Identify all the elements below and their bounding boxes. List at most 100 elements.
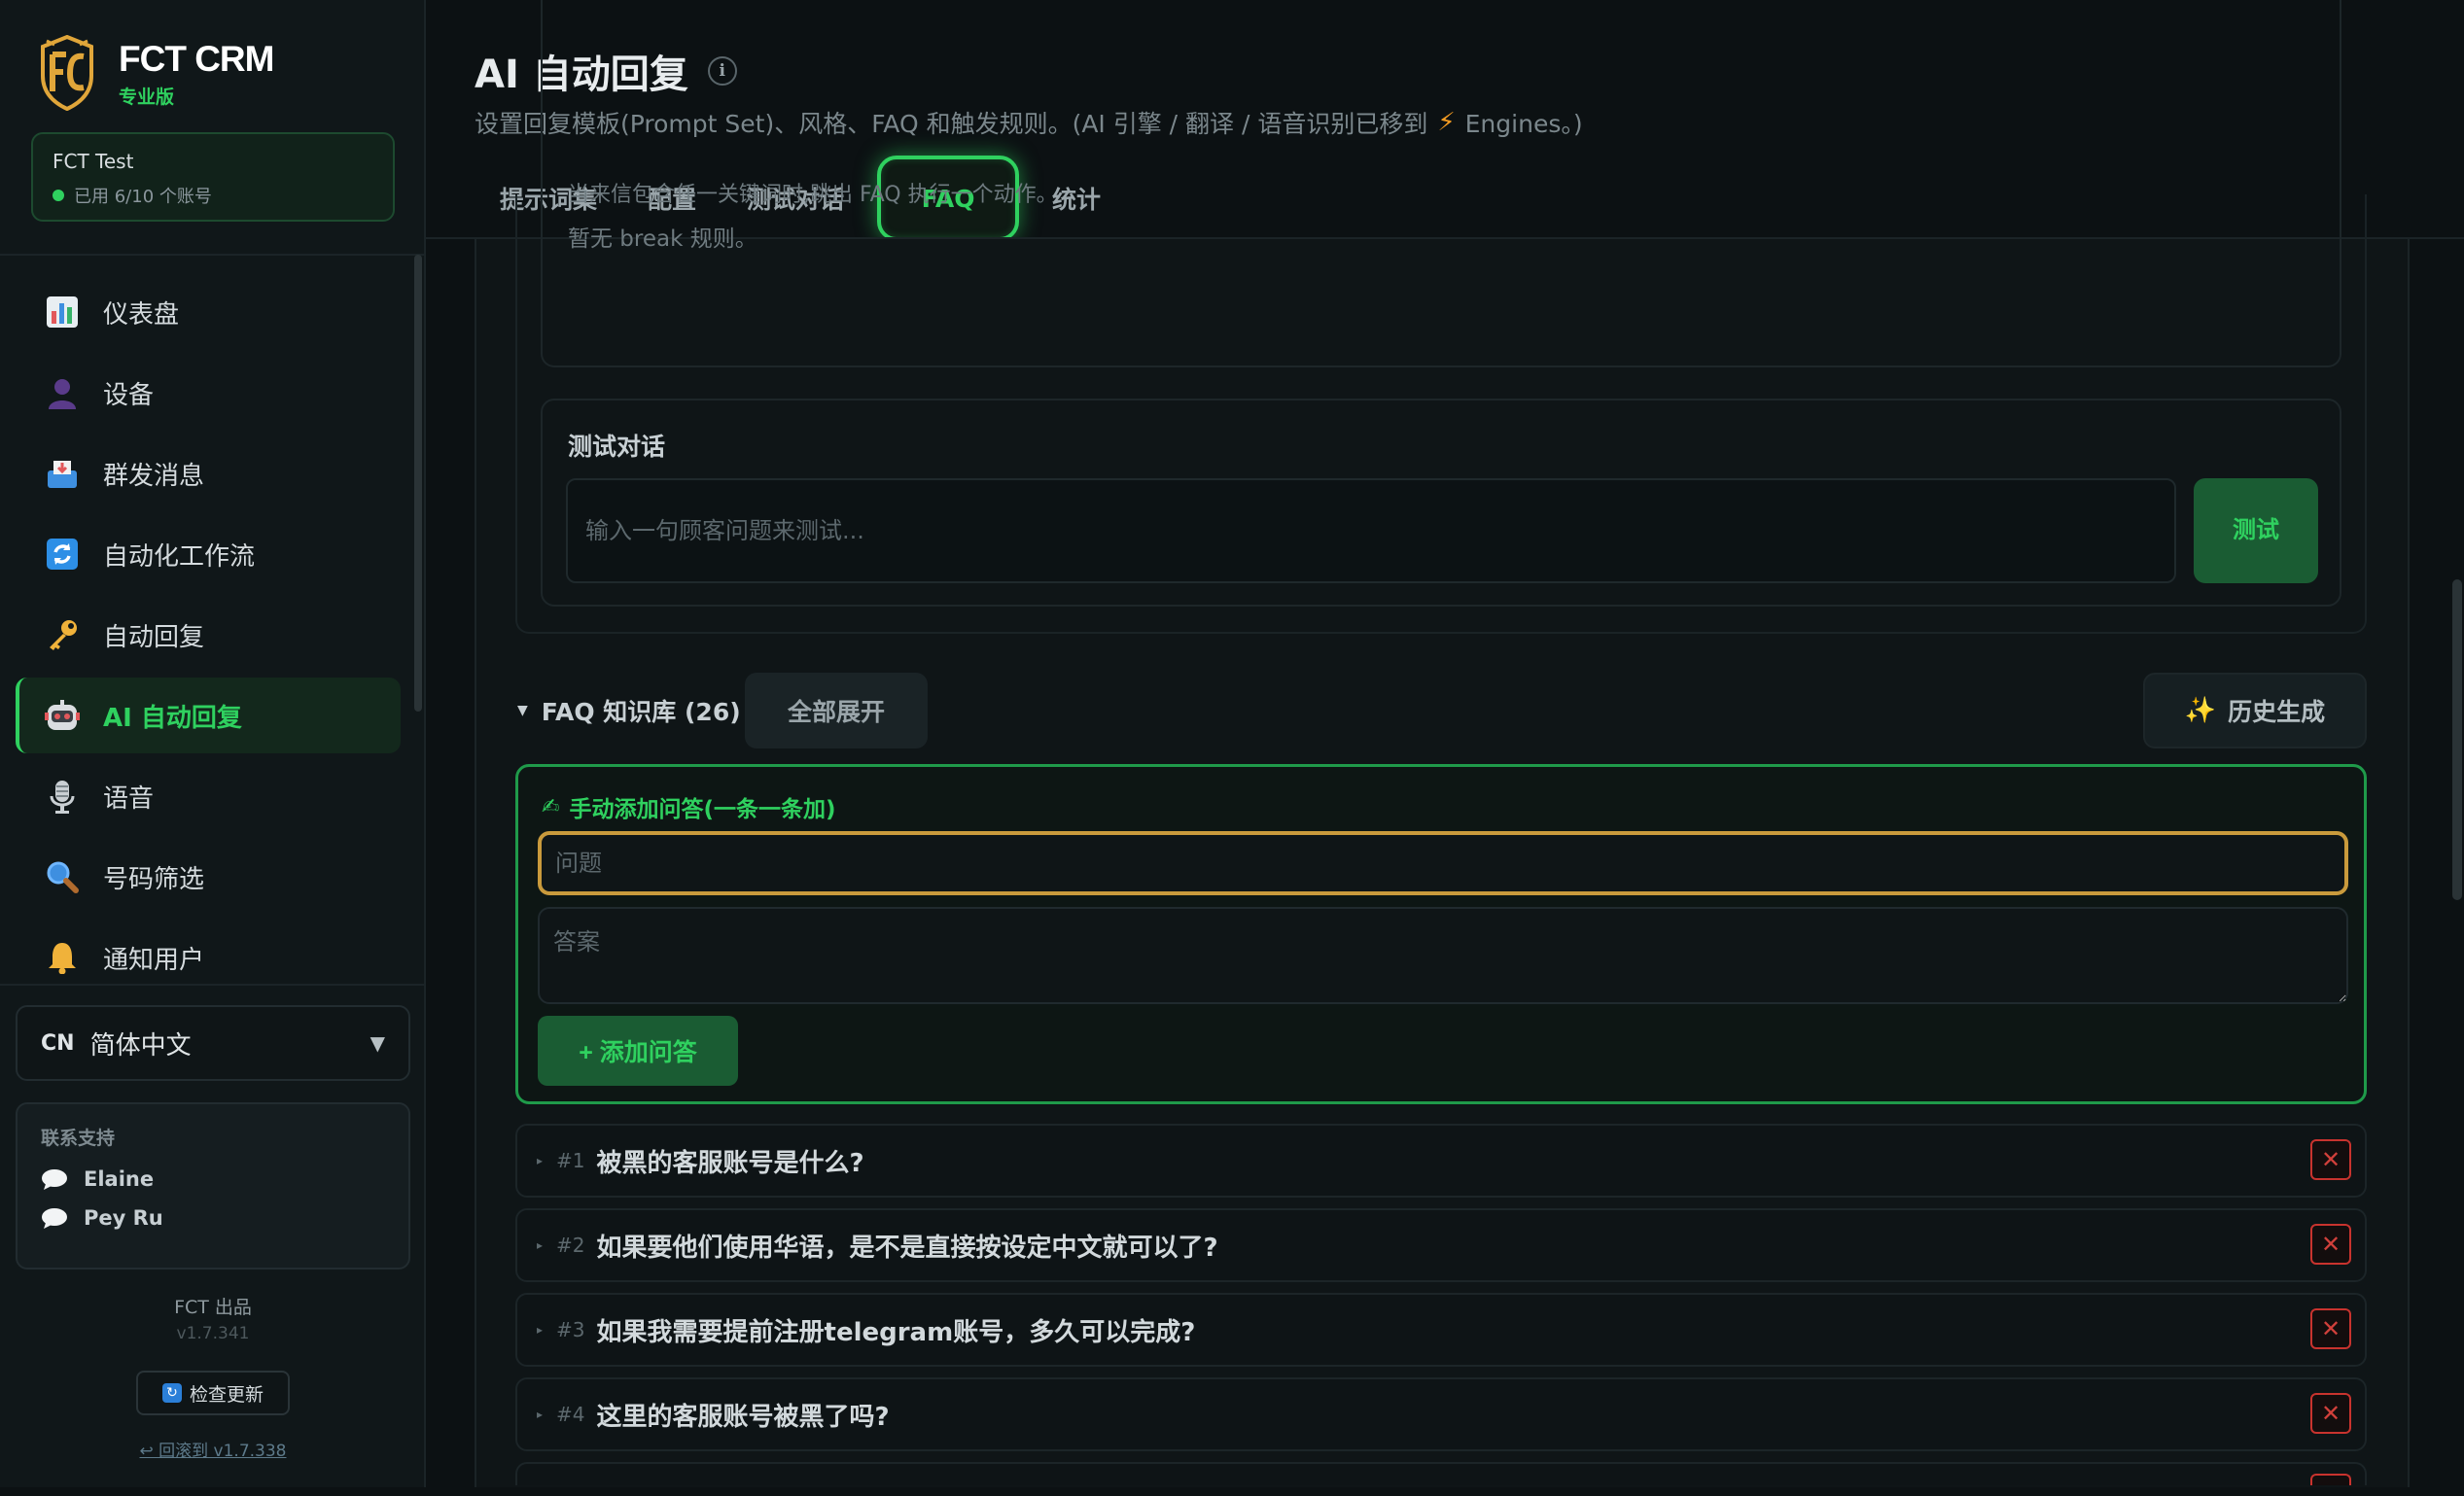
bar-chart-icon <box>43 293 82 331</box>
faq-item[interactable]: ▸ #3 如果我需要提前注册telegram账号，多久可以完成? ✕ <box>515 1293 2367 1367</box>
faq-collapse-toggle[interactable]: ▼ FAQ 知识库 (26) <box>517 673 741 748</box>
robot-icon <box>43 696 82 735</box>
add-qa-button[interactable]: + 添加问答 <box>538 1016 738 1086</box>
account-name: FCT Test <box>53 150 134 173</box>
check-update-label: 检查更新 <box>189 1383 264 1406</box>
sparkles-icon: ✨ <box>2184 696 2217 725</box>
faq-item-number: #4 <box>556 1403 585 1426</box>
sidebar-item-dashboard[interactable]: 仪表盘 <box>16 274 401 350</box>
sidebar-item-broadcast[interactable]: 群发消息 <box>16 435 401 511</box>
manual-add-title-text: 手动添加问答(一条一条加) <box>569 797 836 822</box>
sidebar-item-ai-auto-reply[interactable]: AI 自动回复 <box>16 678 401 753</box>
fct-shield-logo-icon <box>41 35 93 111</box>
faq-item[interactable]: ▸ #2 如果要他们使用华语，是不是直接按设定中文就可以了? ✕ <box>515 1208 2367 1282</box>
triangle-down-icon: ▼ <box>517 703 528 718</box>
faq-item[interactable]: ▸ #4 这里的客服账号被黑了吗? ✕ <box>515 1377 2367 1451</box>
language-label: 简体中文 <box>89 1030 192 1061</box>
sidebar-item-label: AI 自动回复 <box>103 703 242 733</box>
check-update-button[interactable]: ↻ 检查更新 <box>136 1371 290 1415</box>
delete-icon[interactable] <box>2310 1474 2351 1485</box>
support-contact-name: Pey Ru <box>84 1206 163 1230</box>
sidebar-scrollbar[interactable] <box>414 255 422 712</box>
faq-item-question: 如果要他们使用华语，是不是直接按设定中文就可以了? <box>596 1233 1218 1263</box>
refresh-icon: ↻ <box>161 1383 182 1403</box>
sidebar-item-voice[interactable]: 语音 <box>16 758 401 834</box>
faq-item-number: #1 <box>556 1149 585 1172</box>
app-edition: 专业版 <box>119 86 175 108</box>
faq-item[interactable] <box>515 1462 2367 1485</box>
support-contact-pey-ru[interactable]: Pey Ru <box>41 1206 385 1230</box>
sidebar-item-devices[interactable]: 设备 <box>16 355 401 431</box>
break-rules-card: 当来信包含任一关键词时,跳出 FAQ 执行一个动作。 暂无 break 规则。 <box>541 0 2341 367</box>
triangle-right-icon: ▸ <box>537 1408 544 1421</box>
sidebar-item-label: 通知用户 <box>103 945 205 975</box>
break-rules-description: 当来信包含任一关键词时,跳出 FAQ 执行一个动作。 <box>568 183 1058 207</box>
faq-header-label: FAQ 知识库 (26) <box>541 698 741 726</box>
triangle-right-icon: ▸ <box>537 1154 544 1167</box>
faq-item[interactable]: ▸ #1 被黑的客服账号是什么? ✕ <box>515 1124 2367 1198</box>
question-input[interactable] <box>538 831 2348 895</box>
sidebar-item-workflow[interactable]: 自动化工作流 <box>16 516 401 592</box>
test-button[interactable]: 测试 <box>2194 478 2318 583</box>
support-card: 联系支持 Elaine Pey Ru <box>16 1102 410 1270</box>
divider <box>0 254 424 256</box>
account-usage-text: 已用 6/10 个账号 <box>74 187 212 207</box>
rollback-link[interactable]: ↩ 回滚到 v1.7.338 <box>0 1437 426 1461</box>
account-usage: 已用 6/10 个账号 <box>53 183 373 208</box>
delete-icon[interactable]: ✕ <box>2310 1224 2351 1265</box>
brand[interactable]: FCT CRM 专业版 <box>39 35 274 111</box>
faq-item-question: 这里的客服账号被黑了吗? <box>596 1402 890 1432</box>
footer-maker: FCT 出品 <box>174 1297 252 1318</box>
triangle-right-icon: ▸ <box>537 1238 544 1252</box>
faq-item-question: 如果我需要提前注册telegram账号，多久可以完成? <box>596 1317 1196 1347</box>
writing-hand-icon: ✍ <box>542 794 560 819</box>
account-card[interactable]: FCT Test 已用 6/10 个账号 <box>31 132 395 222</box>
sidebar-item-auto-reply[interactable]: 自动回复 <box>16 597 401 673</box>
faq-list: ▸ #1 被黑的客服账号是什么? ✕ ▸ #2 如果要他们使用华语，是不是直接按… <box>515 1124 2367 1496</box>
test-chat-card: 测试对话 测试 <box>541 399 2341 607</box>
app-name: FCT CRM <box>119 38 274 79</box>
delete-icon[interactable]: ✕ <box>2310 1393 2351 1434</box>
user-silhouette-icon <box>43 373 82 412</box>
footer-version: v1.7.341 <box>176 1324 250 1343</box>
sidebar-item-label: 设备 <box>103 380 155 410</box>
support-contact-name: Elaine <box>84 1167 155 1191</box>
faq-item-number: #3 <box>556 1318 585 1341</box>
support-contact-elaine[interactable]: Elaine <box>41 1167 385 1191</box>
answer-input[interactable] <box>538 907 2348 1004</box>
microphone-icon <box>43 777 82 816</box>
refresh-icon <box>43 535 82 574</box>
manual-add-card: ✍ 手动添加问答(一条一条加) + 添加问答 <box>515 764 2367 1104</box>
history-generate-button[interactable]: ✨ 历史生成 <box>2143 673 2367 748</box>
history-generate-label: 历史生成 <box>2228 698 2326 726</box>
triangle-right-icon: ▸ <box>537 1323 544 1337</box>
sidebar-item-label: 自动化工作流 <box>103 541 256 572</box>
test-chat-input[interactable] <box>566 478 2176 583</box>
faq-item-number: #2 <box>556 1234 585 1257</box>
magnifier-icon <box>43 857 82 896</box>
main-scrollbar[interactable] <box>2452 579 2462 900</box>
divider <box>0 984 424 986</box>
sidebar-item-label: 仪表盘 <box>103 299 180 330</box>
main-area: AI 自动回复 i 设置回复模板(Prompt Set)、风格、FAQ 和触发规… <box>426 0 2464 1487</box>
language-select[interactable]: CN 简体中文 ▼ <box>16 1005 410 1081</box>
key-icon <box>43 615 82 654</box>
expand-all-button[interactable]: 全部展开 <box>745 673 928 748</box>
delete-icon[interactable]: ✕ <box>2310 1139 2351 1180</box>
delete-icon[interactable]: ✕ <box>2310 1308 2351 1349</box>
manual-add-title: ✍ 手动添加问答(一条一条加) <box>542 790 835 823</box>
sidebar-item-label: 群发消息 <box>103 461 205 491</box>
chevron-down-icon: ▼ <box>370 1031 385 1055</box>
speech-bubble-icon <box>42 1169 67 1190</box>
sidebar-item-number-filter[interactable]: 号码筛选 <box>16 839 401 915</box>
status-dot-icon <box>53 190 64 201</box>
sidebar: FCT CRM 专业版 FCT Test 已用 6/10 个账号 仪表盘 设备 <box>0 0 426 1487</box>
sidebar-item-label: 号码筛选 <box>103 864 205 894</box>
bell-icon <box>43 938 82 977</box>
test-chat-title: 测试对话 <box>568 433 666 461</box>
support-title: 联系支持 <box>41 1128 116 1149</box>
sidebar-item-label: 语音 <box>103 783 155 814</box>
sidebar-nav: 仪表盘 设备 群发消息 自动化工作流 自动回复 AI 自动回复 语音 号码筛选 … <box>16 274 401 1000</box>
faq-item-question: 被黑的客服账号是什么? <box>596 1148 864 1178</box>
sidebar-item-label: 自动回复 <box>103 622 205 652</box>
